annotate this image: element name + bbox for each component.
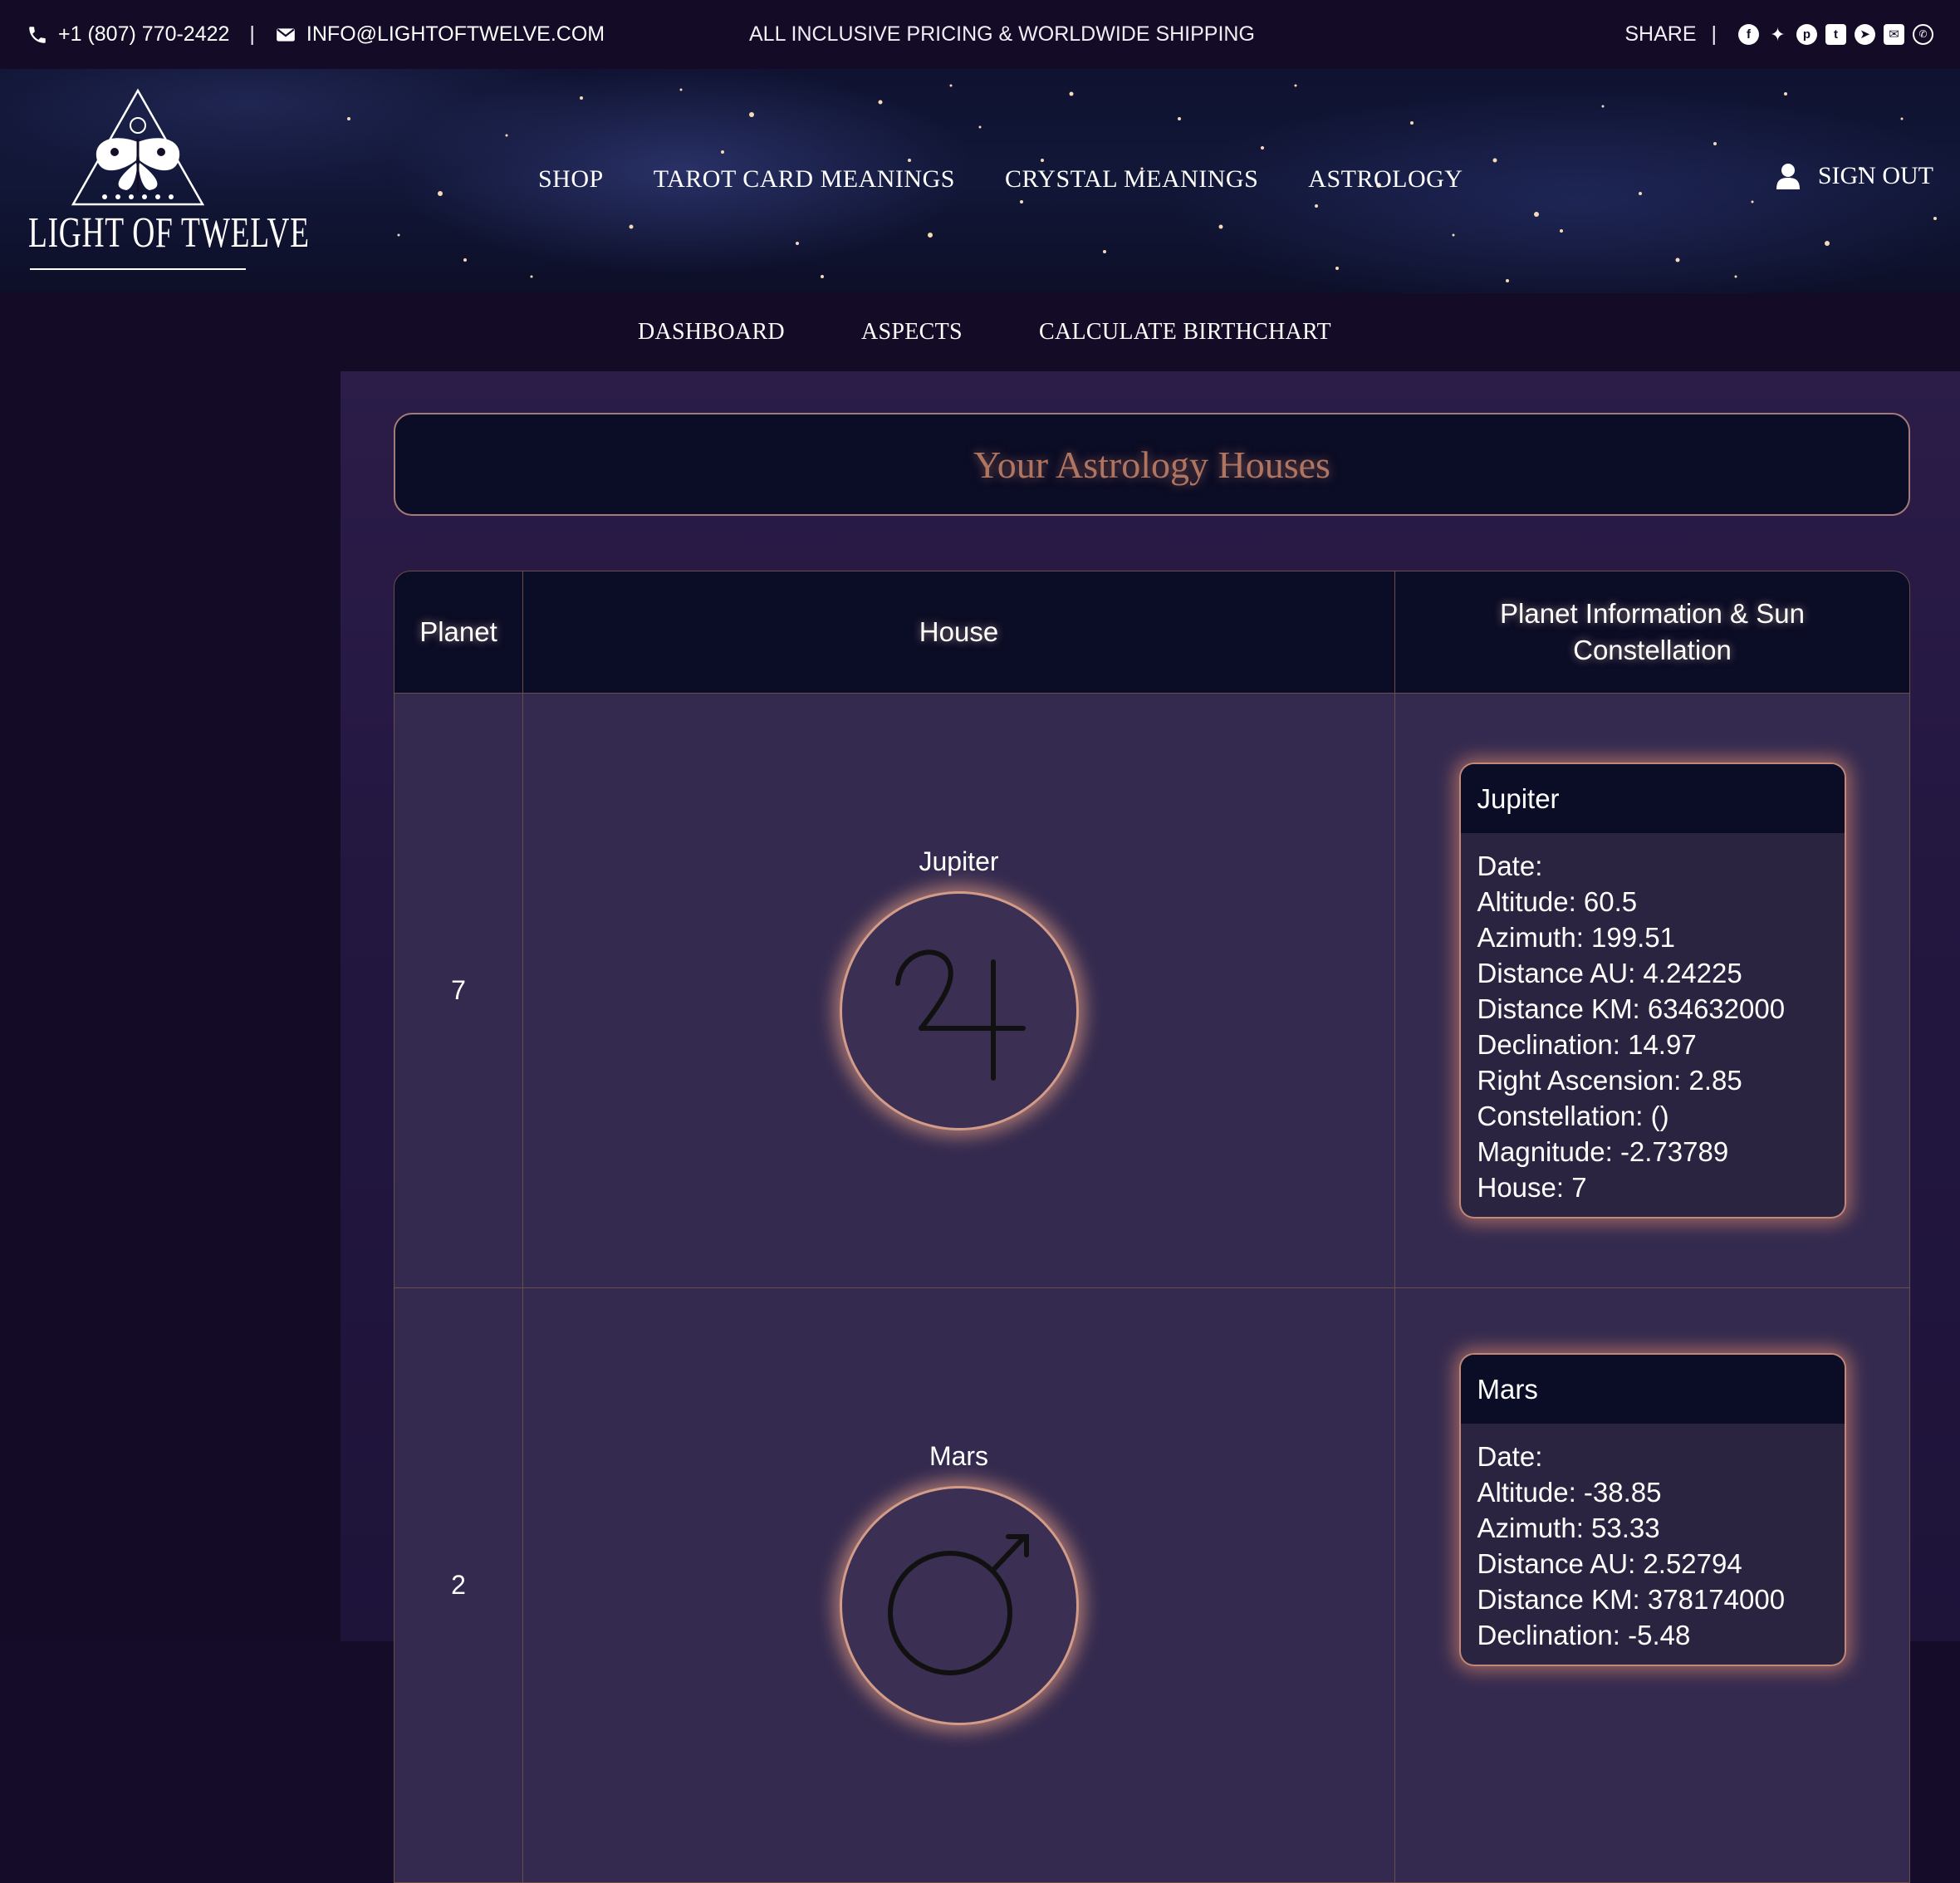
table-row: 2 Mars Mars Date: Altitude: -38.85 Azimu…	[394, 1288, 1910, 1883]
info-right-ascension: Right Ascension: 2.85	[1477, 1065, 1742, 1096]
houses-table: Planet House Planet Information & Sun Co…	[394, 571, 1910, 1883]
table-header-row: Planet House Planet Information & Sun Co…	[394, 571, 1910, 694]
info-distance-au: Distance AU: 4.24225	[1477, 958, 1742, 988]
info-declination: Declination: -5.48	[1477, 1620, 1691, 1650]
moth-triangle-icon	[71, 88, 205, 206]
subnav-dashboard[interactable]: DASHBOARD	[638, 319, 785, 346]
separator: |	[249, 22, 255, 46]
card-body: Date: Altitude: 60.5 Azimuth: 199.51 Dis…	[1461, 833, 1845, 1217]
main-nav: SHOP TAROT CARD MEANINGS CRYSTAL MEANING…	[538, 165, 1512, 194]
user-icon	[1776, 164, 1800, 189]
planet-cell: Mars	[523, 1288, 1395, 1883]
site-header: LIGHT OF TWELVE SHOP TAROT CARD MEANINGS…	[0, 69, 1960, 293]
brand-logo[interactable]: LIGHT OF TWELVE	[28, 84, 310, 275]
share-bar: SHARE | f ✦ p t ➤ ✉ ✆	[1624, 22, 1933, 47]
sub-nav: DASHBOARD ASPECTS CALCULATE BIRTHCHART	[0, 293, 1960, 371]
share-label: SHARE	[1624, 22, 1697, 46]
nav-astrology[interactable]: ASTROLOGY	[1308, 165, 1463, 194]
info-distance-km: Distance KM: 634632000	[1477, 993, 1786, 1024]
header-planet-info: Planet Information & Sun Constellation	[1395, 571, 1910, 694]
brand-name: LIGHT OF TWELVE	[28, 209, 310, 257]
phone-link[interactable]: +1 (807) 770-2422	[58, 22, 229, 47]
card-title: Mars	[1460, 1355, 1845, 1424]
phone-icon	[29, 26, 46, 43]
planet-name: Jupiter	[919, 846, 999, 876]
info-constellation: Constellation: ()	[1477, 1101, 1669, 1131]
info-altitude: Altitude: -38.85	[1477, 1477, 1662, 1508]
nav-shop[interactable]: SHOP	[538, 165, 604, 194]
contact-info: +1 (807) 770-2422 | INFO@LIGHTOFTWELVE.C…	[27, 22, 605, 47]
page-title: Your Astrology Houses	[973, 443, 1330, 486]
info-date: Date:	[1477, 851, 1543, 881]
planet-info-cell: Jupiter Date: Altitude: 60.5 Azimuth: 19…	[1395, 694, 1910, 1288]
main-content: Your Astrology Houses Planet House Plane…	[341, 371, 1960, 1883]
planet-info-cell: Mars Date: Altitude: -38.85 Azimuth: 53.…	[1395, 1288, 1910, 1883]
info-altitude: Altitude: 60.5	[1477, 886, 1638, 917]
planet-name: Mars	[929, 1441, 989, 1471]
subnav-calculate-birthchart[interactable]: CALCULATE BIRTHCHART	[1039, 319, 1331, 346]
top-bar: +1 (807) 770-2422 | INFO@LIGHTOFTWELVE.C…	[0, 0, 1960, 69]
left-sidebar	[0, 371, 341, 1641]
info-declination: Declination: 14.97	[1477, 1029, 1697, 1060]
page-title-box: Your Astrology Houses	[394, 413, 1910, 516]
telegram-icon[interactable]: ➤	[1855, 24, 1875, 45]
mars-symbol-icon	[841, 1488, 1076, 1723]
subnav-aspects[interactable]: ASPECTS	[861, 319, 963, 346]
planet-cell: Jupiter	[523, 694, 1395, 1288]
twitter-icon[interactable]: ✦	[1767, 24, 1788, 45]
nav-tarot-card-meanings[interactable]: TAROT CARD MEANINGS	[654, 165, 955, 194]
tumblr-icon[interactable]: t	[1825, 24, 1846, 45]
email-link[interactable]: INFO@LIGHTOFTWELVE.COM	[306, 22, 605, 47]
house-number: 7	[394, 694, 523, 1288]
share-separator: |	[1711, 22, 1717, 46]
pinterest-icon[interactable]: p	[1796, 24, 1817, 45]
table-row: 7 Jupiter Jupiter Date: Altitude: 60.5 A…	[394, 694, 1910, 1288]
card-body: Date: Altitude: -38.85 Azimuth: 53.33 Di…	[1461, 1424, 1845, 1665]
info-date: Date:	[1477, 1441, 1543, 1472]
sign-out-label: SIGN OUT	[1817, 162, 1933, 189]
share-icons: f ✦ p t ➤ ✉ ✆	[1738, 24, 1933, 45]
planet-info-card: Mars Date: Altitude: -38.85 Azimuth: 53.…	[1460, 1355, 1845, 1665]
info-magnitude: Magnitude: -2.73789	[1477, 1136, 1729, 1167]
info-distance-km: Distance KM: 378174000	[1477, 1584, 1786, 1615]
logo-underline	[30, 268, 246, 270]
info-house: House: 7	[1477, 1172, 1587, 1203]
card-title: Jupiter	[1460, 764, 1845, 833]
whatsapp-icon[interactable]: ✆	[1913, 24, 1933, 45]
info-distance-au: Distance AU: 2.52794	[1477, 1548, 1742, 1579]
info-azimuth: Azimuth: 199.51	[1477, 922, 1675, 953]
jupiter-symbol-icon	[841, 894, 1076, 1128]
header-planet: Planet	[394, 571, 523, 694]
nav-crystal-meanings[interactable]: CRYSTAL MEANINGS	[1005, 165, 1258, 194]
facebook-icon[interactable]: f	[1738, 24, 1759, 45]
info-azimuth: Azimuth: 53.33	[1477, 1513, 1660, 1543]
envelope-icon	[277, 27, 295, 42]
email-icon[interactable]: ✉	[1884, 24, 1904, 45]
house-number: 2	[394, 1288, 523, 1883]
promo-text: ALL INCLUSIVE PRICING & WORLDWIDE SHIPPI…	[749, 22, 1255, 46]
planet-info-card: Jupiter Date: Altitude: 60.5 Azimuth: 19…	[1460, 764, 1845, 1217]
sign-out-link[interactable]: SIGN OUT	[1776, 162, 1933, 190]
header-house: House	[523, 571, 1395, 694]
